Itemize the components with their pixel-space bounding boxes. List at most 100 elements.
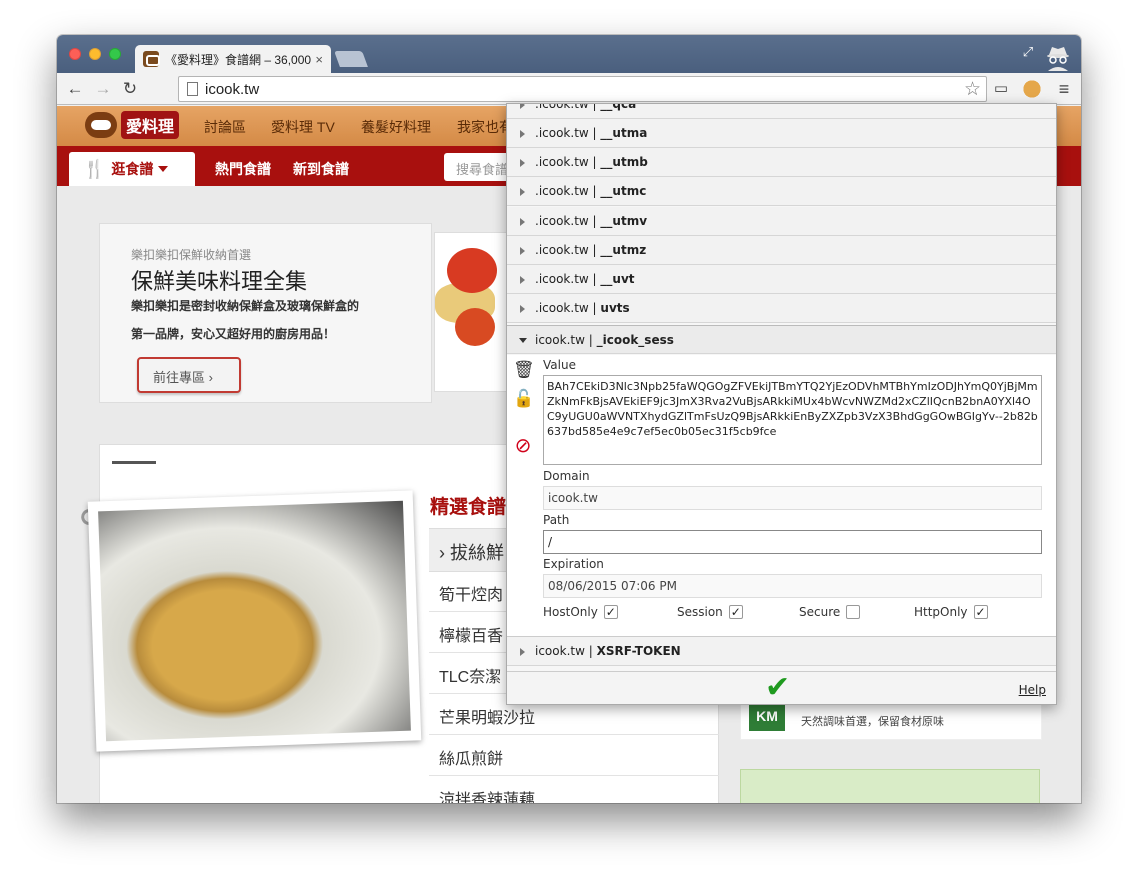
promo-button[interactable]: 前往專區 ›: [137, 357, 241, 393]
expand-icon: [520, 218, 525, 226]
collapse-icon: [519, 338, 527, 343]
tab-strip: 《愛料理》食譜網 – 36,000 × ⤢: [57, 35, 1081, 73]
recipe-item[interactable]: 絲瓜煎餅: [429, 736, 719, 776]
session-checkbox[interactable]: ✓: [728, 605, 743, 619]
cookie-value-textarea[interactable]: BAh7CEkiD3Nlc3Npb25faWQGOgZFVEkiJTBmYTQ2…: [543, 375, 1042, 465]
back-icon[interactable]: ←: [65, 79, 85, 99]
cookie-row[interactable]: icook.tw | XSRF-TOKEN: [507, 637, 1056, 666]
expand-icon: [520, 648, 525, 656]
chevron-right-icon: ›: [439, 543, 445, 563]
featured-recipe-photo[interactable]: [87, 490, 422, 752]
tab-close-icon[interactable]: ×: [315, 52, 323, 67]
separator: |: [592, 184, 597, 198]
expand-icon: [520, 188, 525, 196]
nav-forum[interactable]: 討論區: [204, 117, 246, 137]
cookie-row[interactable]: .icook.tw | __qca: [507, 103, 1056, 119]
new-tab-button[interactable]: [334, 51, 368, 67]
path-field[interactable]: /: [543, 530, 1042, 554]
recipe-item[interactable]: 涼拌香辣蓮藕: [429, 777, 719, 803]
cookie-name: XSRF-TOKEN: [596, 644, 681, 658]
cookie-row[interactable]: .icook.tw | __utma: [507, 119, 1056, 148]
cookie-row[interactable]: .icook.tw | __utmc: [507, 177, 1056, 206]
unlock-icon[interactable]: 🔓: [513, 388, 534, 410]
cookie-domain: icook.tw: [535, 333, 585, 347]
browse-recipes-tab[interactable]: 🍴 逛食譜: [69, 152, 195, 186]
site-favicon-icon: [143, 51, 160, 67]
httponly-checkbox-row[interactable]: HttpOnly ✓: [914, 605, 988, 619]
path-label: Path: [543, 513, 570, 527]
promo-kicker: 樂扣樂扣保鮮收納首選: [131, 248, 252, 262]
featured-recipes-title: 精選食譜: [430, 497, 507, 518]
nav-tv[interactable]: 愛料理 TV: [271, 117, 335, 137]
expand-icon: [520, 130, 525, 138]
promo-headline: 保鮮美味料理全集: [131, 269, 308, 294]
cookie-domain: .icook.tw: [535, 272, 589, 286]
expand-icon: [520, 104, 525, 109]
session-checkbox-row[interactable]: Session ✓: [677, 605, 743, 619]
forward-icon[interactable]: →: [93, 79, 113, 99]
nav-hair-recipes[interactable]: 養髮好料理: [361, 117, 431, 137]
separator: |: [592, 155, 597, 169]
address-bar[interactable]: icook.tw ☆: [178, 76, 987, 102]
category-item-label: 拔絲鮮: [450, 543, 505, 563]
close-window-icon[interactable]: [69, 48, 81, 60]
separator: |: [592, 103, 597, 111]
site-logo[interactable]: 愛料理: [85, 110, 180, 140]
value-label: Value: [543, 358, 576, 372]
expiration-field[interactable]: 08/06/2015 07:06 PM: [543, 574, 1042, 598]
domain-label: Domain: [543, 469, 590, 483]
ad-tagline: 天然調味首選，保留食材原味: [801, 716, 944, 728]
hostonly-checkbox-row[interactable]: HostOnly ✓: [543, 605, 618, 619]
page-icon: [187, 82, 198, 96]
httponly-checkbox[interactable]: ✓: [973, 605, 988, 619]
fullscreen-icon[interactable]: ⤢: [1021, 45, 1035, 59]
separator: |: [592, 214, 597, 228]
cookie-editor-popup: .icook.tw | __qca .icook.tw | __utma .ic…: [506, 103, 1057, 705]
separator: |: [592, 126, 597, 140]
secure-checkbox-row[interactable]: Secure: [799, 605, 861, 619]
cookie-row[interactable]: .icook.tw | __utmv: [507, 207, 1056, 236]
promo-description-line-1: 樂扣樂扣是密封收納保鮮盒及玻璃保鮮盒的: [131, 299, 360, 313]
checkmark-icon[interactable]: ✔: [765, 673, 790, 703]
category-item[interactable]: › 拔絲鮮: [429, 528, 509, 572]
cookie-row[interactable]: .icook.tw | __utmz: [507, 236, 1056, 265]
cookie-row[interactable]: .icook.tw | __uvt: [507, 265, 1056, 294]
pot-logo-icon: [85, 112, 117, 138]
zoom-window-icon[interactable]: [109, 48, 121, 60]
promo-button-label: 前往專區: [153, 370, 206, 385]
menu-icon[interactable]: ≡: [1053, 78, 1075, 100]
cookie-row-expanded[interactable]: icook.tw | _icook_sess: [507, 325, 1056, 354]
nav-my-home[interactable]: 我家也有: [457, 117, 513, 137]
secure-checkbox[interactable]: [846, 605, 861, 619]
star-icon[interactable]: ☆: [964, 78, 981, 101]
cookie-name: __utmb: [600, 155, 648, 169]
cookie-extension-icon[interactable]: [1021, 78, 1043, 100]
nav-popular-recipes[interactable]: 熱門食譜: [215, 159, 271, 179]
separator: |: [592, 301, 597, 315]
block-icon[interactable]: ⊘: [513, 434, 533, 456]
minimize-window-icon[interactable]: [89, 48, 101, 60]
cookie-domain: .icook.tw: [535, 301, 589, 315]
fork-knife-icon: 🍴: [83, 158, 106, 179]
help-link[interactable]: Help: [1019, 683, 1046, 697]
reload-icon[interactable]: ↻: [120, 79, 140, 99]
tab-title: 《愛料理》食譜網 – 36,000: [165, 52, 312, 67]
expiration-label: Expiration: [543, 557, 604, 571]
nav-new-recipes[interactable]: 新到食譜: [293, 159, 349, 179]
cookie-name: uvts: [600, 301, 630, 315]
url-text[interactable]: icook.tw: [205, 81, 259, 98]
trash-icon[interactable]: 🗑: [513, 359, 535, 381]
hostonly-checkbox[interactable]: ✓: [603, 605, 618, 619]
secure-label: Secure: [799, 605, 841, 619]
promo-banner: 樂扣樂扣保鮮收納首選 保鮮美味料理全集 樂扣樂扣是密封收納保鮮盒及玻璃保鮮盒的 …: [99, 223, 432, 403]
sidebar-ad-2[interactable]: [740, 769, 1040, 803]
cookie-row[interactable]: .icook.tw | __utmb: [507, 148, 1056, 177]
separator: |: [592, 272, 597, 286]
cookie-domain: .icook.tw: [535, 184, 589, 198]
incognito-icon: [1043, 41, 1073, 71]
browser-tab[interactable]: 《愛料理》食譜網 – 36,000 ×: [135, 45, 331, 73]
cookie-row[interactable]: .icook.tw | uvts: [507, 294, 1056, 323]
httponly-label: HttpOnly: [914, 605, 968, 619]
domain-field[interactable]: icook.tw: [543, 486, 1042, 510]
cast-icon[interactable]: ▭: [990, 78, 1012, 100]
